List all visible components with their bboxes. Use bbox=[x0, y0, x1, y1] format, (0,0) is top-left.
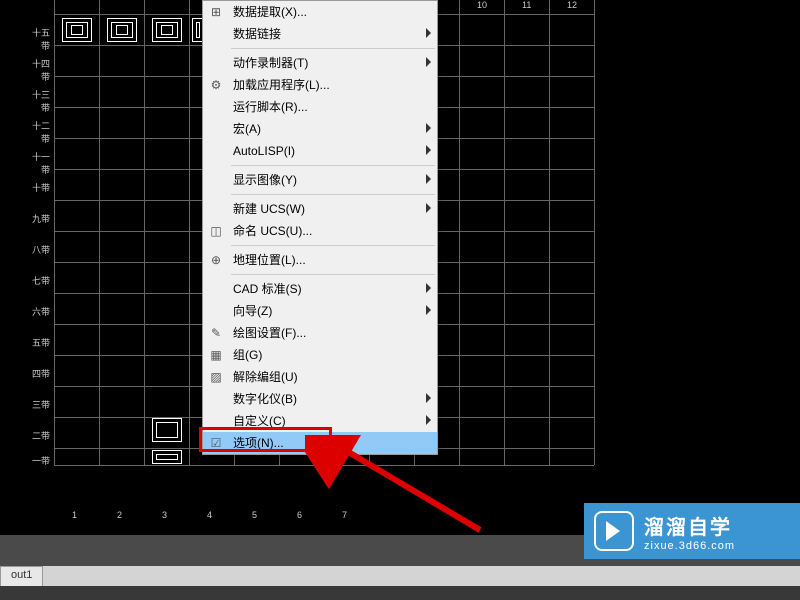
menu-item[interactable]: ▦ 组(G) bbox=[203, 344, 437, 366]
menu-item-label: 数字化仪(B) bbox=[233, 392, 297, 406]
row-label: 十带 bbox=[26, 181, 50, 194]
menu-item[interactable]: 动作录制器(T) bbox=[203, 52, 437, 74]
menu-item[interactable]: AutoLISP(I) bbox=[203, 140, 437, 162]
menu-item[interactable]: ✎ 绘图设置(F)... bbox=[203, 322, 437, 344]
row-label: 八带 bbox=[26, 243, 50, 256]
draw-icon: ✎ bbox=[207, 324, 225, 342]
submenu-arrow-icon bbox=[426, 57, 431, 67]
layout-tab[interactable]: out1 bbox=[0, 566, 43, 586]
menu-item[interactable]: ⊕ 地理位置(L)... bbox=[203, 249, 437, 271]
row-label: 一带 bbox=[26, 454, 50, 467]
menu-item-label: 运行脚本(R)... bbox=[233, 100, 308, 114]
app-icon: ⚙ bbox=[207, 76, 225, 94]
menu-item-label: 动作录制器(T) bbox=[233, 56, 308, 70]
col-label: 10 bbox=[477, 0, 487, 10]
play-icon bbox=[594, 511, 634, 551]
menu-item-label: 加载应用程序(L)... bbox=[233, 78, 330, 92]
submenu-arrow-icon bbox=[426, 145, 431, 155]
menu-item-label: 解除编组(U) bbox=[233, 370, 298, 384]
menu-item-label: 组(G) bbox=[233, 348, 262, 362]
menu-item-label: 数据提取(X)... bbox=[233, 5, 307, 19]
menu-item[interactable]: 数据链接 bbox=[203, 23, 437, 45]
submenu-arrow-icon bbox=[426, 393, 431, 403]
submenu-arrow-icon bbox=[426, 123, 431, 133]
menu-item[interactable]: 显示图像(Y) bbox=[203, 169, 437, 191]
menu-item[interactable]: ⊞ 数据提取(X)... bbox=[203, 1, 437, 23]
block-icon bbox=[152, 450, 182, 464]
row-label: 十五带 bbox=[26, 26, 50, 52]
watermark-url: zixue.3d66.com bbox=[644, 540, 735, 552]
menu-item-label: AutoLISP(I) bbox=[233, 144, 295, 158]
col-label: 1 bbox=[72, 510, 77, 520]
submenu-arrow-icon bbox=[426, 203, 431, 213]
menu-separator bbox=[231, 165, 435, 166]
menu-item[interactable]: 宏(A) bbox=[203, 118, 437, 140]
menu-item-label: 显示图像(Y) bbox=[233, 173, 297, 187]
submenu-arrow-icon bbox=[426, 415, 431, 425]
menu-separator bbox=[231, 48, 435, 49]
submenu-arrow-icon bbox=[426, 174, 431, 184]
block-icon bbox=[152, 18, 182, 42]
row-label: 十一带 bbox=[26, 150, 50, 176]
menu-item-label: 向导(Z) bbox=[233, 304, 272, 318]
menu-separator bbox=[231, 274, 435, 275]
menu-item[interactable]: ▨ 解除编组(U) bbox=[203, 366, 437, 388]
layout-tab-bar: out1 bbox=[0, 566, 800, 586]
menu-item[interactable]: ☑ 选项(N)... bbox=[203, 432, 437, 454]
menu-item-label: 命名 UCS(U)... bbox=[233, 224, 312, 238]
check-icon: ☑ bbox=[207, 434, 225, 452]
ucs-icon: ◫ bbox=[207, 222, 225, 240]
menu-item-label: 选项(N)... bbox=[233, 436, 284, 450]
block-icon bbox=[62, 18, 92, 42]
row-label: 十四带 bbox=[26, 57, 50, 83]
menu-item[interactable]: 新建 UCS(W) bbox=[203, 198, 437, 220]
menu-item[interactable]: ◫ 命名 UCS(U)... bbox=[203, 220, 437, 242]
menu-item-label: 新建 UCS(W) bbox=[233, 202, 305, 216]
row-label: 十三带 bbox=[26, 88, 50, 114]
menu-separator bbox=[231, 194, 435, 195]
col-label: 6 bbox=[297, 510, 302, 520]
geo-icon: ⊕ bbox=[207, 251, 225, 269]
submenu-arrow-icon bbox=[426, 283, 431, 293]
extract-icon: ⊞ bbox=[207, 3, 225, 21]
menu-item[interactable]: 运行脚本(R)... bbox=[203, 96, 437, 118]
row-label: 三带 bbox=[26, 398, 50, 411]
row-label: 七带 bbox=[26, 274, 50, 287]
block-icon bbox=[152, 418, 182, 442]
row-label: 九带 bbox=[26, 212, 50, 225]
col-label: 3 bbox=[162, 510, 167, 520]
col-label: 5 bbox=[252, 510, 257, 520]
menu-item-label: 地理位置(L)... bbox=[233, 253, 306, 267]
menu-item[interactable]: CAD 标准(S) bbox=[203, 278, 437, 300]
watermark-title: 溜溜自学 bbox=[644, 511, 735, 540]
status-strip bbox=[0, 586, 800, 600]
block-icon bbox=[107, 18, 137, 42]
menu-item[interactable]: 数字化仪(B) bbox=[203, 388, 437, 410]
menu-item-label: CAD 标准(S) bbox=[233, 282, 302, 296]
row-label: 五带 bbox=[26, 336, 50, 349]
tools-context-menu: ⊞ 数据提取(X)... 数据链接动作录制器(T) ⚙ 加载应用程序(L)... 运行脚本… bbox=[202, 0, 438, 455]
row-label: 十二带 bbox=[26, 119, 50, 145]
menu-item-label: 宏(A) bbox=[233, 122, 261, 136]
menu-separator bbox=[231, 245, 435, 246]
col-label: 11 bbox=[522, 0, 531, 10]
menu-item[interactable]: ⚙ 加载应用程序(L)... bbox=[203, 74, 437, 96]
menu-item[interactable]: 向导(Z) bbox=[203, 300, 437, 322]
col-label: 12 bbox=[567, 0, 577, 10]
row-label: 六带 bbox=[26, 305, 50, 318]
menu-item[interactable]: 自定义(C) bbox=[203, 410, 437, 432]
col-label: 7 bbox=[342, 510, 347, 520]
ungroup-icon: ▨ bbox=[207, 368, 225, 386]
menu-item-label: 数据链接 bbox=[233, 27, 281, 41]
submenu-arrow-icon bbox=[426, 305, 431, 315]
row-label: 四带 bbox=[26, 367, 50, 380]
row-label: 二带 bbox=[26, 429, 50, 442]
watermark: 溜溜自学 zixue.3d66.com bbox=[584, 503, 800, 559]
submenu-arrow-icon bbox=[426, 28, 431, 38]
col-label: 2 bbox=[117, 510, 122, 520]
menu-item-label: 自定义(C) bbox=[233, 414, 286, 428]
group-icon: ▦ bbox=[207, 346, 225, 364]
menu-item-label: 绘图设置(F)... bbox=[233, 326, 306, 340]
col-label: 4 bbox=[207, 510, 212, 520]
